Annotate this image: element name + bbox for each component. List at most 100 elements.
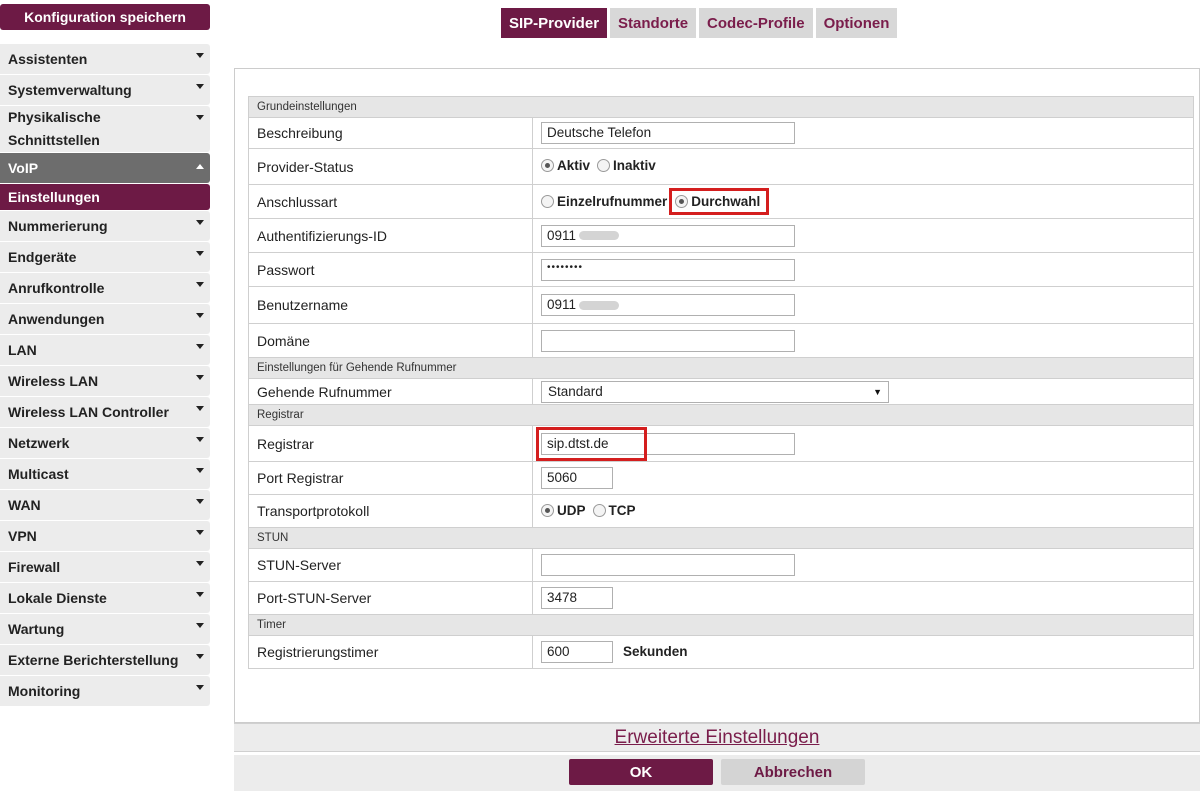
registrierungstimer-input[interactable]: 600 [541, 641, 613, 663]
sidebar-item-firewall[interactable]: Firewall [0, 552, 210, 582]
authentifizierungs-id-input[interactable]: 0911 [541, 224, 795, 247]
sidebar-item-multicast[interactable]: Multicast [0, 459, 210, 489]
sidebar-item-monitoring[interactable]: Monitoring [0, 676, 210, 706]
chevron-down-icon: ▼ [873, 386, 882, 397]
sidebar-item-label: Wireless LAN Controller [8, 404, 169, 420]
tab-standorte[interactable]: Standorte [610, 8, 697, 38]
chevron-down-icon [196, 468, 204, 473]
chevron-down-icon [196, 115, 204, 120]
sidebar-item-label: Physikalische Schnittstellen [8, 109, 101, 148]
advanced-settings-bar: Erweiterte Einstellungen [234, 723, 1200, 752]
tab-sip-provider[interactable]: SIP-Provider [501, 8, 608, 38]
radio-label: Durchwahl [691, 194, 761, 209]
sidebar-item-label: Wireless LAN [8, 373, 99, 389]
sidebar-item-label: Einstellungen [8, 189, 100, 205]
section-header: Timer [248, 614, 1194, 636]
cancel-button[interactable]: Abbrechen [721, 759, 865, 785]
sidebar-item-externe-berichterstellung[interactable]: Externe Berichterstellung [0, 645, 210, 675]
transport-udp-radio[interactable] [541, 503, 554, 517]
sidebar-item-label: Monitoring [8, 683, 81, 699]
field-label: Provider-Status [248, 148, 533, 185]
tab-bar: SIP-Provider Standorte Codec-Profile Opt… [501, 8, 898, 38]
field-label: Domäne [248, 323, 533, 358]
section-header: Einstellungen für Gehende Rufnummer [248, 357, 1194, 379]
anschlussart-einzelrufnummer-radio[interactable] [541, 195, 554, 208]
provider-status-inaktiv-radio[interactable] [597, 159, 611, 172]
sidebar-item-label: Externe Berichterstellung [8, 652, 179, 668]
field-label: Port-STUN-Server [248, 581, 533, 615]
chevron-down-icon [196, 561, 204, 566]
advanced-settings-link[interactable]: Erweiterte Einstellungen [615, 727, 820, 749]
save-configuration-button[interactable]: Konfiguration speichern [0, 4, 210, 30]
gehende-rufnummer-select[interactable]: Standard ▼ [541, 380, 889, 403]
field-label: Beschreibung [248, 117, 533, 149]
radio-label: Aktiv [557, 158, 591, 173]
sidebar-item-label: VoIP [8, 160, 39, 176]
sidebar-item-lan[interactable]: LAN [0, 335, 210, 365]
sidebar-item-netzwerk[interactable]: Netzwerk [0, 428, 210, 458]
port-stun-server-input[interactable]: 3478 [541, 587, 613, 609]
sip-provider-form: Grundeinstellungen Beschreibung Deutsche… [248, 96, 1194, 669]
sidebar-item-endgeraete[interactable]: Endgeräte [0, 242, 210, 272]
sidebar-item-label: Assistenten [8, 51, 88, 67]
sidebar-item-wireless-lan-controller[interactable]: Wireless LAN Controller [0, 397, 210, 427]
tab-optionen[interactable]: Optionen [815, 8, 898, 38]
field-label: Registrar [248, 425, 533, 462]
benutzername-input[interactable]: 0911 [541, 294, 795, 316]
sidebar-item-lokale-dienste[interactable]: Lokale Dienste [0, 583, 210, 613]
section-header: STUN [248, 527, 1194, 549]
chevron-down-icon [196, 84, 204, 89]
chevron-down-icon [196, 592, 204, 597]
redacted-blur [579, 231, 620, 241]
sidebar-item-label: VPN [8, 528, 37, 544]
sidebar-item-wireless-lan[interactable]: Wireless LAN [0, 366, 210, 396]
sidebar-item-nummerierung[interactable]: Nummerierung [0, 211, 210, 241]
redacted-blur [579, 300, 620, 310]
sidebar-item-physikalische-schnittstellen[interactable]: Physikalische Schnittstellen [0, 106, 210, 152]
chevron-down-icon [196, 530, 204, 535]
chevron-down-icon [196, 437, 204, 442]
sidebar-subitem-einstellungen[interactable]: Einstellungen [0, 184, 210, 210]
input-value: 0911 [547, 297, 577, 312]
radio-label: Einzelrufnummer [557, 194, 668, 209]
field-label: Anschlussart [248, 184, 533, 219]
sidebar-item-anwendungen[interactable]: Anwendungen [0, 304, 210, 334]
field-label: Authentifizierungs-ID [248, 218, 533, 253]
provider-status-aktiv-radio[interactable] [541, 159, 554, 172]
domaene-input[interactable] [541, 329, 795, 352]
ok-button[interactable]: OK [569, 759, 713, 785]
registrar-input[interactable]: sip.dtst.de [541, 432, 795, 455]
chevron-down-icon [196, 406, 204, 411]
chevron-down-icon [196, 654, 204, 659]
beschreibung-input[interactable]: Deutsche Telefon [541, 122, 795, 144]
sidebar-item-wartung[interactable]: Wartung [0, 614, 210, 644]
sidebar-item-wan[interactable]: WAN [0, 490, 210, 520]
transport-tcp-radio[interactable] [592, 503, 606, 517]
stun-server-input[interactable] [541, 554, 795, 576]
tab-codec-profile[interactable]: Codec-Profile [699, 8, 813, 38]
sidebar-item-label: Netzwerk [8, 435, 70, 451]
highlight-durchwahl: Durchwahl [669, 188, 770, 215]
section-header: Grundeinstellungen [248, 96, 1194, 118]
chevron-down-icon [196, 623, 204, 628]
sidebar-item-vpn[interactable]: VPN [0, 521, 210, 551]
chevron-down-icon [196, 499, 204, 504]
sidebar-item-label: Firewall [8, 559, 61, 575]
radio-label: Inaktiv [613, 158, 656, 173]
sidebar-item-systemverwaltung[interactable]: Systemverwaltung [0, 75, 210, 105]
sidebar-item-assistenten[interactable]: Assistenten [0, 44, 210, 74]
radio-label: TCP [608, 502, 636, 518]
sidebar-item-label: Anrufkontrolle [8, 280, 105, 296]
chevron-down-icon [196, 685, 204, 690]
radio-label: UDP [557, 502, 586, 518]
port-registrar-input[interactable]: 5060 [541, 467, 613, 489]
anschlussart-durchwahl-radio[interactable] [675, 195, 689, 208]
chevron-up-icon [196, 164, 204, 169]
chevron-down-icon [196, 220, 204, 225]
sidebar-item-anrufkontrolle[interactable]: Anrufkontrolle [0, 273, 210, 303]
field-label: Registrierungstimer [248, 635, 533, 669]
unit-label: Sekunden [623, 643, 688, 659]
passwort-input[interactable]: •••••••• [541, 258, 795, 281]
sidebar-item-voip[interactable]: VoIP [0, 153, 210, 183]
sidebar-item-label: Lokale Dienste [8, 590, 107, 606]
